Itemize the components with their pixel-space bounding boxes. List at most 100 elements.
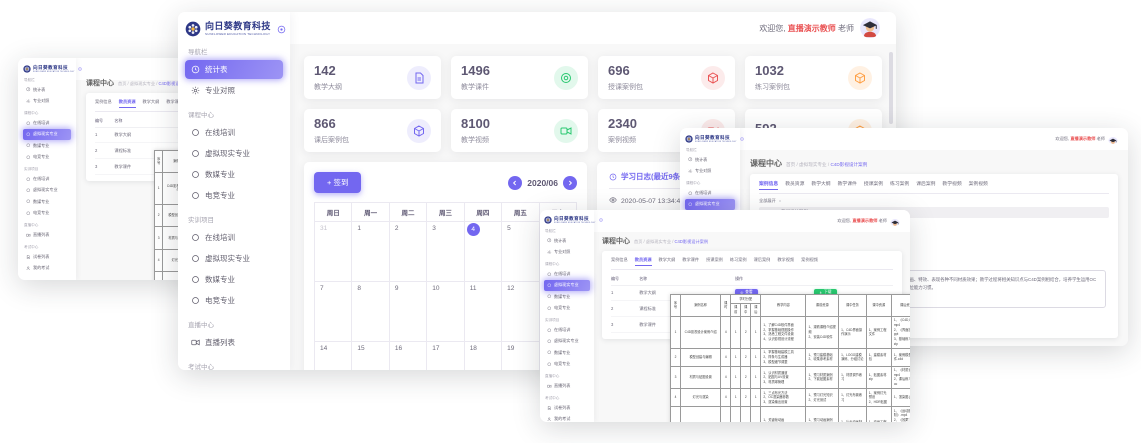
sidebar-item-course-vr[interactable]: 虚拟现实专业 bbox=[185, 144, 283, 163]
calendar-day-cell[interactable]: 31 bbox=[315, 222, 352, 282]
sidebar-item-train-dm[interactable]: 数媒专业 bbox=[23, 197, 71, 207]
calendar-day-cell[interactable]: 12 bbox=[502, 282, 539, 342]
tab-案例视频[interactable]: 案例视频 bbox=[969, 180, 988, 190]
sidebar-item-my-exam[interactable]: 我的考试 bbox=[23, 263, 71, 273]
calendar-day-cell[interactable]: 19 bbox=[502, 342, 539, 371]
calendar-day-cell[interactable]: 7 bbox=[315, 282, 352, 342]
sidebar-item-stats[interactable]: 统计表 bbox=[544, 236, 590, 246]
tab-教学视频[interactable]: 教学视频 bbox=[777, 257, 794, 266]
sidebar-item-exam-list[interactable]: 试卷列表 bbox=[544, 403, 590, 413]
sidebar-item-course-esports[interactable]: 电竞专业 bbox=[185, 186, 283, 205]
sidebar-item-majors[interactable]: 专业对照 bbox=[685, 166, 735, 176]
sidebar-item-majors[interactable]: 专业对照 bbox=[185, 81, 283, 100]
calendar-day-cell[interactable]: 2 bbox=[389, 222, 426, 282]
sidebar-item-course-dm[interactable]: 数媒专业 bbox=[185, 165, 283, 184]
sidebar-item-train-online[interactable]: 在线培训 bbox=[544, 325, 590, 335]
tab-教员资源[interactable]: 教员资源 bbox=[119, 99, 136, 108]
sidebar-item-train-esports[interactable]: 电竞专业 bbox=[23, 208, 71, 218]
sidebar-item-course-esports[interactable]: 电竞专业 bbox=[23, 152, 71, 162]
sidebar-item-my-exam[interactable]: 我的考试 bbox=[544, 414, 590, 422]
calendar-day-cell[interactable]: 15 bbox=[352, 342, 389, 371]
tab-教学课件[interactable]: 教学课件 bbox=[838, 180, 857, 190]
calendar-day-cell[interactable]: 3 bbox=[427, 222, 464, 282]
calendar-day-cell[interactable]: 18 bbox=[464, 342, 501, 371]
breadcrumb-item[interactable]: 虚拟现实专业 bbox=[646, 239, 671, 244]
sidebar-item-course-esports[interactable]: 电竞专业 bbox=[544, 303, 590, 313]
tab-案例信息[interactable]: 案例信息 bbox=[611, 257, 628, 266]
cell-no: 2 bbox=[611, 306, 639, 311]
tab-授课案例[interactable]: 授课案例 bbox=[864, 180, 883, 190]
breadcrumb-item[interactable]: 虚拟现实专业 bbox=[130, 81, 155, 86]
sidebar-item-course-vr[interactable]: 虚拟现实专业 bbox=[544, 280, 590, 290]
sidebar-item-course-online[interactable]: 在线培训 bbox=[544, 269, 590, 279]
tab-案例视频[interactable]: 案例视频 bbox=[801, 257, 818, 266]
tab-练习案例[interactable]: 练习案例 bbox=[730, 257, 747, 266]
calendar-day-cell[interactable]: 10 bbox=[427, 282, 464, 342]
sidebar-item-majors[interactable]: 专业对照 bbox=[23, 96, 71, 106]
tab-课后案例[interactable]: 课后案例 bbox=[754, 257, 771, 266]
tab-教学大纲[interactable]: 教学大纲 bbox=[143, 99, 160, 108]
sidebar-item-stats[interactable]: 统计表 bbox=[23, 85, 71, 95]
page-title: 课程中心 bbox=[86, 78, 114, 88]
sidebar-item-train-esports[interactable]: 电竞专业 bbox=[185, 291, 283, 310]
sidebar-item-majors[interactable]: 专业对照 bbox=[544, 247, 590, 257]
sidebar-item-train-vr[interactable]: 虚拟现实专业 bbox=[23, 185, 71, 195]
sidebar-item-train-dm[interactable]: 数媒专业 bbox=[185, 270, 283, 289]
breadcrumb-item[interactable]: C4D影视设计案例 bbox=[675, 239, 709, 244]
calendar-day-cell[interactable]: 5 bbox=[502, 222, 539, 282]
tab-案例信息[interactable]: 案例信息 bbox=[95, 99, 112, 108]
teacher-avatar[interactable] bbox=[860, 18, 880, 38]
sidebar-item-train-vr[interactable]: 虚拟现实专业 bbox=[544, 336, 590, 346]
calendar-day-cell[interactable]: 9 bbox=[389, 282, 426, 342]
sidebar-item-course-vr[interactable]: 虚拟现实专业 bbox=[685, 199, 735, 209]
video-icon bbox=[560, 125, 572, 137]
sidebar-item-course-vr[interactable]: 虚拟现实专业 bbox=[23, 129, 71, 139]
sidebar-item-live-list[interactable]: 直播列表 bbox=[185, 333, 283, 352]
teacher-avatar[interactable] bbox=[890, 216, 900, 226]
sidebar-item-stats[interactable]: 统计表 bbox=[685, 155, 735, 165]
sidebar-item-live-list[interactable]: 直播列表 bbox=[23, 230, 71, 240]
sidebar-item-course-online[interactable]: 在线培训 bbox=[23, 118, 71, 128]
breadcrumb-item[interactable]: 虚拟现实专业 bbox=[799, 162, 827, 167]
sidebar-item-course-dm[interactable]: 数媒专业 bbox=[23, 141, 71, 151]
calendar-day-cell[interactable]: 1 bbox=[352, 222, 389, 282]
tab-授课案例[interactable]: 授课案例 bbox=[706, 257, 723, 266]
prev-month-button[interactable] bbox=[508, 176, 522, 190]
tab-教员资源[interactable]: 教员资源 bbox=[635, 257, 652, 266]
calendar-day-cell[interactable]: 4 bbox=[464, 222, 501, 282]
tab-教学视频[interactable]: 教学视频 bbox=[942, 180, 961, 190]
welcome-suffix: 老师 bbox=[1095, 136, 1105, 141]
tab-练习案例[interactable]: 练习案例 bbox=[890, 180, 909, 190]
sidebar-item-train-vr[interactable]: 虚拟现实专业 bbox=[185, 249, 283, 268]
calendar-day-cell[interactable]: 14 bbox=[315, 342, 352, 371]
tab-教学大纲[interactable]: 教学大纲 bbox=[811, 180, 830, 190]
clock-icon bbox=[26, 87, 31, 92]
sidebar-item-train-esports[interactable]: 电竞专业 bbox=[544, 359, 590, 369]
sidebar-item-course-dm[interactable]: 数媒专业 bbox=[544, 292, 590, 302]
sidebar-item-train-dm[interactable]: 数媒专业 bbox=[544, 348, 590, 358]
sidebar-item-train-online[interactable]: 在线培训 bbox=[185, 228, 283, 247]
tab-教员资源[interactable]: 教员资源 bbox=[785, 180, 804, 190]
tab-教学大纲[interactable]: 教学大纲 bbox=[659, 257, 676, 266]
sidebar-item-live-list[interactable]: 直播列表 bbox=[544, 381, 590, 391]
calendar-day-cell[interactable]: 17 bbox=[427, 342, 464, 371]
doc-header-cell: 课中任务 bbox=[839, 295, 867, 317]
calendar-day-cell[interactable]: 11 bbox=[464, 282, 501, 342]
sidebar-item-course-online[interactable]: 在线培训 bbox=[185, 123, 283, 142]
sidebar-item-course-online[interactable]: 在线培训 bbox=[685, 188, 735, 198]
teacher-avatar[interactable] bbox=[1108, 134, 1118, 144]
sidebar-item-stats[interactable]: 统计表 bbox=[185, 60, 283, 79]
tab-课后案例[interactable]: 课后案例 bbox=[916, 180, 935, 190]
calendar-day-cell[interactable]: 16 bbox=[389, 342, 426, 371]
calendar-day-cell[interactable]: 8 bbox=[352, 282, 389, 342]
breadcrumb-item[interactable]: C4D影视设计案例 bbox=[830, 162, 867, 167]
tab-教学课件[interactable]: 教学课件 bbox=[682, 257, 699, 266]
scrollbar[interactable] bbox=[889, 52, 893, 124]
sidebar-item-train-online[interactable]: 在线培训 bbox=[23, 174, 71, 184]
sidebar-item-exam-list[interactable]: 试卷列表 bbox=[23, 252, 71, 262]
expand-all-toggle[interactable]: 全部展开 bbox=[759, 198, 1109, 204]
signin-button[interactable]: + 签到 bbox=[314, 172, 361, 193]
next-month-button[interactable] bbox=[563, 176, 577, 190]
tab-案例信息[interactable]: 案例信息 bbox=[759, 180, 778, 190]
breadcrumb-item[interactable]: 首页 bbox=[786, 162, 795, 167]
